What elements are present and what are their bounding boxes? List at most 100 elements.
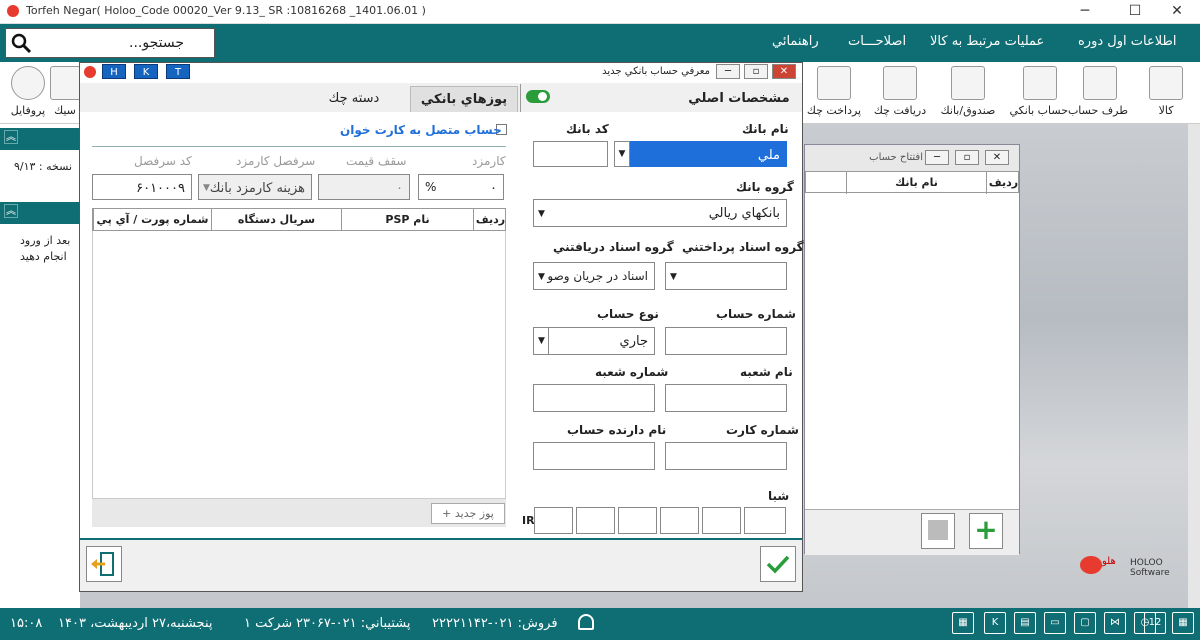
toolbar-item-profile[interactable]: پروفايل — [0, 64, 56, 120]
max-price-label: سقف قيمت — [346, 154, 407, 168]
toolbar-item-party[interactable]: طرف حساب — [1068, 64, 1128, 120]
maximize-button[interactable]: ☐ — [1112, 0, 1158, 24]
column-header-psp[interactable]: نام PSP — [341, 209, 473, 231]
exit-button[interactable] — [86, 546, 122, 582]
k-icon[interactable]: K — [984, 612, 1006, 634]
grid-icon[interactable]: ▦ — [1172, 612, 1194, 634]
calc-icon[interactable]: ▤ — [1014, 612, 1036, 634]
pos-table-body[interactable] — [92, 231, 506, 499]
branch-no-input[interactable] — [533, 384, 655, 412]
chevron-down-icon[interactable]: ▼ — [614, 141, 630, 167]
account-no-input[interactable] — [665, 327, 787, 355]
checkmark-icon — [766, 555, 790, 574]
toolbar-item-bank-account[interactable]: حساب بانكي — [1009, 64, 1068, 120]
sheba-input-2[interactable] — [576, 507, 615, 534]
menu-item-ops[interactable]: عمليات مرتبط به كالا — [930, 34, 1044, 49]
search-box[interactable]: جستجو... — [5, 28, 215, 58]
recv-docs-group-select[interactable]: اسناد در جريان وصو ▼ — [533, 262, 655, 290]
fee-input[interactable]: ۰% — [418, 174, 504, 200]
chevron-down-icon[interactable]: ▼ — [538, 209, 545, 219]
hotkey-k-button[interactable]: K — [134, 64, 158, 79]
chat-icon[interactable]: ▢ — [1074, 612, 1096, 634]
hotkey-t-button[interactable]: T — [166, 64, 190, 79]
pay-docs-group-select[interactable]: ▼ — [665, 262, 787, 290]
search-icon[interactable] — [10, 32, 32, 54]
card-no-input[interactable] — [665, 442, 787, 470]
maximize-button[interactable]: ▫ — [744, 64, 768, 79]
add-button[interactable]: + — [969, 513, 1003, 549]
calendar-icon[interactable]: 12 — [1144, 612, 1166, 634]
minimize-button[interactable]: ─ — [716, 64, 740, 79]
bank-group-select[interactable]: بانكهاي ريالي ▼ — [533, 199, 787, 227]
menu-corrections[interactable]: اصلاحـــات — [848, 34, 906, 49]
toolbar-item-receive-check[interactable]: دريافت چك — [872, 64, 928, 120]
sheba-prefix: IR — [522, 514, 535, 527]
toggle-switch[interactable] — [526, 90, 550, 103]
sheba-input-6[interactable] — [744, 507, 786, 534]
notes-icon[interactable]: ▭ — [1044, 612, 1066, 634]
app-logo-icon — [84, 66, 96, 78]
minimize-button[interactable]: ─ — [1062, 0, 1108, 24]
left-panel — [0, 124, 80, 608]
fee-label: كارمزد — [472, 154, 506, 168]
account-type-select[interactable]: جاري ▼ — [533, 327, 655, 355]
share-icon[interactable]: ⋈ — [1104, 612, 1126, 634]
minimize-button[interactable]: ─ — [925, 150, 949, 165]
column-header-row[interactable]: رديف — [473, 209, 507, 231]
close-button[interactable]: ✕ — [985, 150, 1009, 165]
heading-code-input[interactable]: ۶۰۱۰۰۰۹ — [92, 174, 192, 200]
bank-add-button[interactable] — [921, 513, 955, 549]
toolbar-item-pay-check[interactable]: پرداخت چك — [806, 64, 862, 120]
column-header-bank[interactable]: نام بانك — [846, 172, 986, 194]
sheba-input-5[interactable] — [702, 507, 741, 534]
hotkey-h-button[interactable]: H — [102, 64, 126, 79]
sheba-input-4[interactable] — [660, 507, 699, 534]
panel-header[interactable]: ︽ — [0, 128, 80, 150]
exit-icon — [91, 552, 114, 576]
toolbar-item-partial[interactable]: سيك — [50, 64, 80, 120]
branch-no-label: شماره شعبه — [595, 365, 669, 379]
chevron-down-icon[interactable]: ▼ — [670, 272, 677, 282]
chevron-down-icon[interactable]: ▼ — [538, 328, 549, 354]
chevron-up-icon[interactable]: ︽ — [4, 204, 18, 218]
sheba-input-3[interactable] — [618, 507, 657, 534]
open-account-window: افتتاح حساب ─ ▫ ✕ رديف نام بانك + — [804, 144, 1020, 555]
brand-sub: HOLOO Software — [1130, 558, 1170, 578]
box-icon — [1149, 66, 1183, 100]
close-button[interactable]: ✕ — [772, 64, 796, 79]
fee-heading-select[interactable]: هزينه كارمزد بانك ▼ — [198, 174, 312, 200]
column-header-row[interactable]: رديف — [986, 172, 1020, 194]
confirm-button[interactable] — [760, 546, 796, 582]
headset-icon — [578, 614, 594, 630]
scrollbar[interactable] — [1188, 124, 1200, 608]
column-header-port-ip[interactable]: شماره پورت / آي پي — [93, 209, 211, 231]
sheba-input-1[interactable] — [534, 507, 573, 534]
window-title: Torfeh Negar( Holoo_Code 00020_Ver 9.13_… — [26, 4, 426, 17]
close-button[interactable]: ✕ — [1154, 0, 1200, 24]
chevron-down-icon[interactable]: ▼ — [538, 272, 545, 282]
tab-main-info[interactable]: مشخصات اصلي — [680, 86, 798, 112]
toolbar-item-goods[interactable]: كالا — [1138, 64, 1194, 120]
toolbar-item-cash-bank[interactable]: صندوق/بانك — [940, 64, 996, 120]
bank-code-input[interactable] — [533, 141, 608, 167]
new-pos-button[interactable]: پوز جديد + — [431, 503, 505, 524]
panel-header-2[interactable]: ︽ — [0, 202, 80, 224]
holder-name-input[interactable] — [533, 442, 655, 470]
bank-name-select[interactable]: ملي — [630, 141, 787, 167]
panel-message: بعد از ورود — [20, 234, 71, 247]
chevron-down-icon[interactable]: ▼ — [203, 183, 210, 193]
max-price-input[interactable]: ۰ — [318, 174, 410, 200]
divider — [92, 146, 506, 147]
tab-checkbook[interactable]: دسته چك — [300, 86, 408, 112]
menu-help[interactable]: راهنمائي — [772, 34, 819, 49]
status-time: ۱۵:۰۸ — [10, 616, 43, 631]
branch-name-input[interactable] — [665, 384, 787, 412]
tab-bank-pos[interactable]: پوزهاي بانكي — [410, 86, 518, 112]
calculator-icon[interactable]: ▦ — [952, 612, 974, 634]
safe-icon — [951, 66, 985, 100]
chevron-up-icon[interactable]: ︽ — [4, 130, 18, 144]
menu-initial-info[interactable]: اطلاعات اول دوره — [1078, 34, 1176, 49]
search-input[interactable]: جستجو... — [129, 35, 184, 51]
column-header-serial[interactable]: سريال دستگاه — [211, 209, 341, 231]
maximize-button[interactable]: ▫ — [955, 150, 979, 165]
